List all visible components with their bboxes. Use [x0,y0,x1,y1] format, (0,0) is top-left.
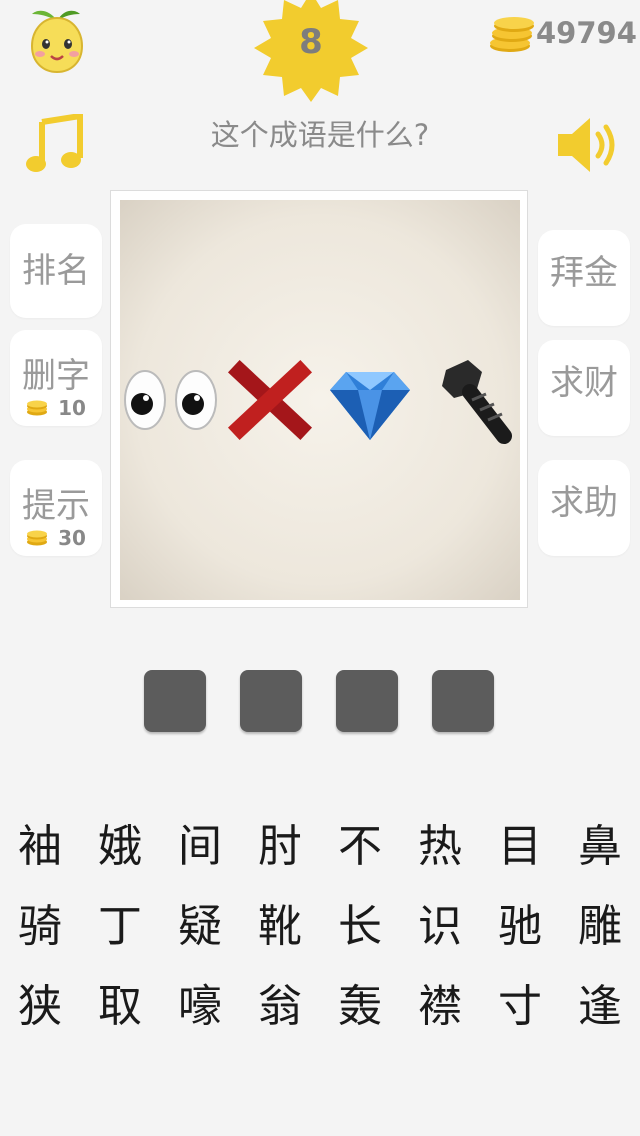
seek-wealth-button[interactable]: 求财 [538,340,630,436]
answer-slot[interactable] [144,670,206,732]
black-bolt-emoji [442,360,512,444]
char-tile[interactable]: 间 [160,810,240,874]
char-tile[interactable]: 嚎 [160,970,240,1034]
char-tile[interactable]: 丁 [80,890,160,954]
char-tile[interactable]: 娥 [80,810,160,874]
music-icon[interactable] [24,114,86,176]
char-tile[interactable]: 不 [320,810,400,874]
remove-chars-cost: 10 [58,396,86,420]
worship-gold-label: 拜金 [550,253,618,293]
char-tile[interactable]: 疑 [160,890,240,954]
char-tile[interactable]: 鼻 [560,810,640,874]
eyes-emoji [124,370,217,430]
char-tile[interactable]: 取 [80,970,160,1034]
char-tile[interactable]: 逢 [560,970,640,1034]
ranking-label: 排名 [22,251,90,291]
avatar[interactable] [26,6,88,74]
red-cross-emoji [227,359,313,441]
char-tile[interactable]: 骑 [0,890,80,954]
question-text: 这个成语是什么? [210,118,430,152]
char-tile[interactable]: 狭 [0,970,80,1034]
char-tile[interactable]: 靴 [240,890,320,954]
ranking-button[interactable]: 排名 [10,224,102,318]
coin-icon [27,400,48,416]
seek-wealth-label: 求财 [550,363,618,403]
answer-slot[interactable] [432,670,494,732]
char-tile[interactable]: 肘 [240,810,320,874]
char-tile[interactable]: 长 [320,890,400,954]
char-tile[interactable]: 目 [480,810,560,874]
puzzle-image [120,200,520,600]
hint-button[interactable]: 提示 30 [10,460,102,556]
ask-help-button[interactable]: 求助 [538,460,630,556]
hint-cost: 30 [58,526,86,550]
char-tile[interactable]: 热 [400,810,480,874]
speaker-icon[interactable] [556,114,620,176]
level-number: 8 [299,22,323,62]
ask-help-label: 求助 [550,483,618,523]
char-tile[interactable]: 识 [400,890,480,954]
char-tile[interactable]: 轰 [320,970,400,1034]
answer-slot[interactable] [240,670,302,732]
char-tile[interactable]: 雕 [560,890,640,954]
char-tile[interactable]: 驰 [480,890,560,954]
blue-diamond-emoji [330,372,410,440]
coins-icon [490,17,534,52]
remove-chars-label: 删字 [22,356,90,396]
char-tile[interactable]: 襟 [400,970,480,1034]
hint-label: 提示 [22,486,90,526]
coin-icon [27,530,48,546]
answer-slot[interactable] [336,670,398,732]
char-tile[interactable]: 袖 [0,810,80,874]
puzzle-emoji-row [124,359,512,444]
char-tile[interactable]: 翁 [240,970,320,1034]
char-tile[interactable]: 寸 [480,970,560,1034]
worship-gold-button[interactable]: 拜金 [538,230,630,326]
remove-chars-button[interactable]: 删字 10 [10,330,102,426]
coin-count: 49794 [536,16,637,50]
